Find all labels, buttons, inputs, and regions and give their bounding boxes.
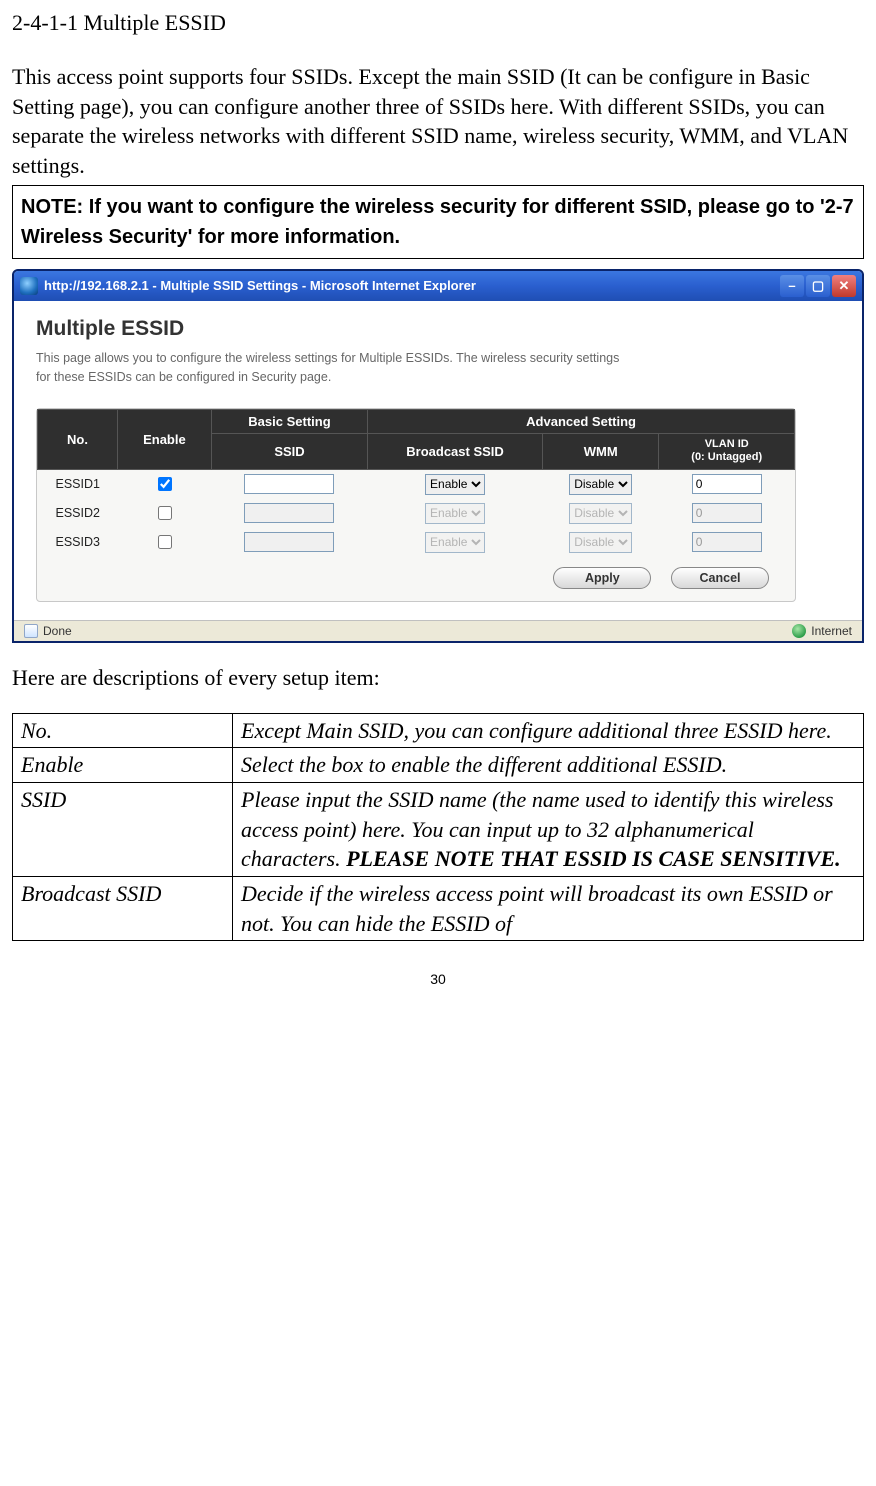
desc-term: No. — [13, 713, 233, 748]
enable-checkbox[interactable] — [158, 535, 172, 549]
page-icon — [24, 624, 38, 638]
button-row: Apply Cancel — [37, 557, 795, 589]
desc-text: Select the box to enable the different a… — [233, 748, 864, 783]
page-title: Multiple ESSID — [36, 317, 840, 341]
desc-term: Enable — [13, 748, 233, 783]
th-ssid: SSID — [211, 434, 367, 469]
table-row: ESSID1 Enable Disable — [38, 469, 795, 499]
desc-term: SSID — [13, 783, 233, 877]
desc-term: Broadcast SSID — [13, 877, 233, 941]
titlebar: http://192.168.2.1 - Multiple SSID Setti… — [14, 271, 862, 301]
ie-window: http://192.168.2.1 - Multiple SSID Setti… — [12, 269, 864, 643]
th-vlan: VLAN ID(0: Untagged) — [659, 434, 795, 469]
table-row: ESSID2 Enable Disable — [38, 499, 795, 528]
row-label: ESSID3 — [38, 528, 118, 557]
table-row: ESSID3 Enable Disable — [38, 528, 795, 557]
cancel-button[interactable]: Cancel — [671, 567, 769, 589]
th-advanced: Advanced Setting — [368, 410, 795, 434]
globe-icon — [792, 624, 806, 638]
ssid-input[interactable] — [244, 503, 334, 523]
minimize-button[interactable]: – — [780, 275, 804, 297]
vlan-input[interactable] — [692, 474, 762, 494]
th-broadcast: Broadcast SSID — [368, 434, 543, 469]
broadcast-select[interactable]: Enable — [425, 474, 485, 495]
table-row: Broadcast SSID Decide if the wireless ac… — [13, 877, 864, 941]
page-number: 30 — [12, 971, 864, 987]
th-enable: Enable — [118, 410, 212, 469]
ssid-input[interactable] — [244, 532, 334, 552]
th-no: No. — [38, 410, 118, 469]
status-left: Done — [24, 624, 72, 638]
wmm-select[interactable]: Disable — [569, 503, 632, 524]
close-button[interactable]: ✕ — [832, 275, 856, 297]
vlan-input[interactable] — [692, 532, 762, 552]
note-box: NOTE: If you want to configure the wirel… — [12, 185, 864, 259]
vlan-input[interactable] — [692, 503, 762, 523]
description-intro: Here are descriptions of every setup ite… — [12, 665, 864, 691]
desc-text: Decide if the wireless access point will… — [233, 877, 864, 941]
ssid-panel: No. Enable Basic Setting Advanced Settin… — [36, 408, 796, 601]
desc-text: Please input the SSID name (the name use… — [233, 783, 864, 877]
enable-checkbox[interactable] — [158, 506, 172, 520]
broadcast-select[interactable]: Enable — [425, 532, 485, 553]
table-row: Enable Select the box to enable the diff… — [13, 748, 864, 783]
broadcast-select[interactable]: Enable — [425, 503, 485, 524]
ssid-table: No. Enable Basic Setting Advanced Settin… — [37, 409, 795, 556]
section-heading: 2-4-1-1 Multiple ESSID — [12, 10, 864, 36]
status-right: Internet — [792, 624, 852, 638]
row-label: ESSID1 — [38, 469, 118, 499]
status-done-text: Done — [43, 624, 72, 638]
window-title: http://192.168.2.1 - Multiple SSID Setti… — [44, 278, 778, 293]
ie-body: Multiple ESSID This page allows you to c… — [14, 301, 862, 620]
intro-paragraph: This access point supports four SSIDs. E… — [12, 62, 864, 181]
ie-icon — [20, 277, 38, 295]
enable-checkbox[interactable] — [158, 477, 172, 491]
wmm-select[interactable]: Disable — [569, 474, 632, 495]
row-label: ESSID2 — [38, 499, 118, 528]
apply-button[interactable]: Apply — [553, 567, 651, 589]
wmm-select[interactable]: Disable — [569, 532, 632, 553]
description-table: No. Except Main SSID, you can configure … — [12, 713, 864, 942]
desc-text: Except Main SSID, you can configure addi… — [233, 713, 864, 748]
ssid-input[interactable] — [244, 474, 334, 494]
table-row: No. Except Main SSID, you can configure … — [13, 713, 864, 748]
table-row: SSID Please input the SSID name (the nam… — [13, 783, 864, 877]
statusbar: Done Internet — [14, 620, 862, 641]
th-wmm: WMM — [542, 434, 659, 469]
page-description: This page allows you to configure the wi… — [36, 349, 636, 387]
status-zone-text: Internet — [811, 624, 852, 638]
maximize-button[interactable]: ▢ — [806, 275, 830, 297]
th-basic: Basic Setting — [211, 410, 367, 434]
